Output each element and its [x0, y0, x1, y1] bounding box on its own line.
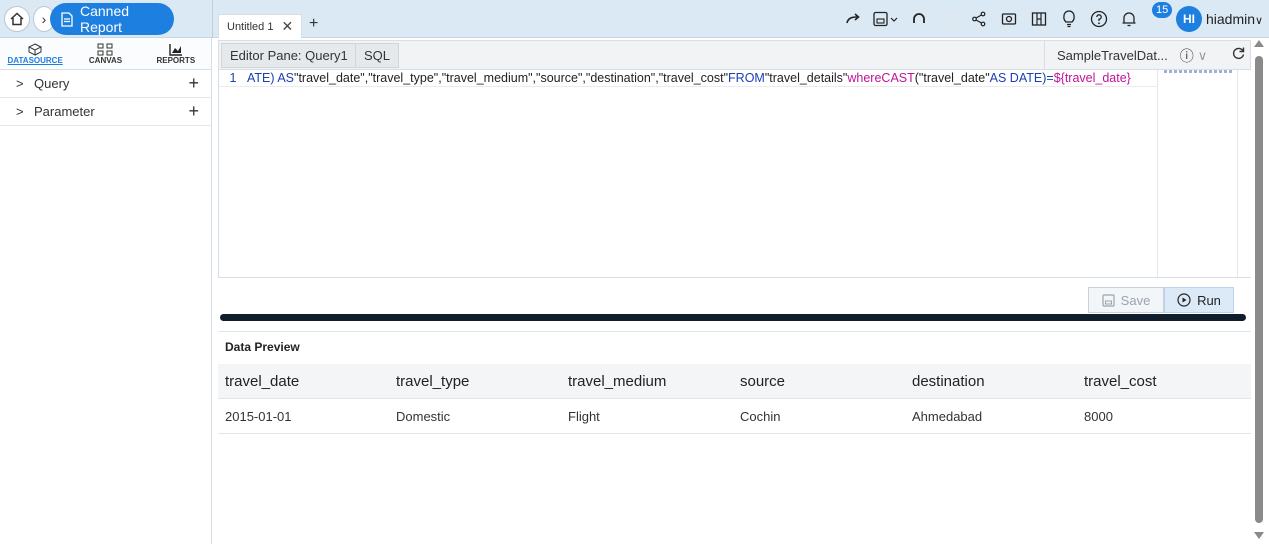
tab-label: Untitled 1 [227, 20, 274, 33]
page-scrollbar[interactable] [1251, 38, 1269, 544]
username-label: hiadmin [1206, 11, 1256, 27]
table-row[interactable]: 2015-01-01 Domestic Flight Cochin Ahmeda… [218, 399, 1251, 434]
minimap-line [1164, 70, 1234, 73]
code-parameter: ${travel_date} [1053, 71, 1131, 85]
section-query[interactable]: > Query + [0, 70, 211, 98]
breadcrumb-current[interactable]: Canned Report [50, 3, 174, 35]
table-cell: 2015-01-01 [225, 409, 292, 424]
table-cell: Ahmedabad [912, 409, 983, 424]
save-icon [1102, 293, 1115, 307]
editor-scrollbar[interactable] [1237, 70, 1251, 277]
divider [218, 331, 1251, 332]
tab-canvas[interactable]: CANVAS [70, 38, 140, 69]
scroll-down-arrow[interactable] [1254, 532, 1264, 539]
tab-reports[interactable]: REPORTS [141, 38, 211, 69]
chevron-right-icon: › [41, 11, 47, 27]
section-query-label: Query [34, 76, 70, 91]
redo-icon[interactable] [838, 5, 868, 33]
table-cell: Cochin [740, 409, 781, 424]
column-header[interactable]: source [740, 364, 785, 399]
editor-pane-label[interactable]: Editor Pane: Query1 [221, 43, 357, 68]
bulb-icon[interactable] [1054, 5, 1084, 33]
avatar[interactable]: HI [1176, 6, 1202, 32]
cube-icon [28, 42, 43, 56]
column-header[interactable]: travel_cost [1084, 364, 1157, 399]
run-button[interactable]: Run [1164, 287, 1234, 313]
left-panel-tabs: DATASOURCE CANVAS REPORTS [0, 38, 211, 70]
column-header[interactable]: destination [912, 364, 985, 399]
code-cast-arg: ("travel_date" [914, 71, 990, 85]
add-parameter-icon[interactable]: + [188, 101, 199, 122]
editor-header: Editor Pane: Query1 SQL SampleTravelDat.… [218, 40, 1251, 70]
undo-icon[interactable] [904, 5, 934, 33]
sql-button[interactable]: SQL [355, 43, 400, 68]
data-preview-title: Data Preview [225, 340, 300, 354]
datasource-select[interactable]: SampleTravelDat... ⓘ ∨ [1044, 41, 1207, 70]
scrollbar-thumb[interactable] [1255, 56, 1263, 523]
tab-untitled-1[interactable]: Untitled 1 ✕ [218, 14, 303, 38]
code-keyword-where: where [847, 71, 882, 85]
table-cell: 8000 [1084, 409, 1113, 424]
chevron-down-icon: ∨ [1197, 47, 1208, 63]
canvas-icon [97, 43, 113, 56]
save-button[interactable]: Save [1088, 287, 1164, 313]
preview-table-header: travel_date travel_type travel_medium so… [218, 364, 1251, 399]
chevron-down-icon: ∨ [1255, 15, 1264, 27]
code-identifiers: "travel_date","travel_type","travel_medi… [294, 71, 729, 85]
datasource-label: SampleTravelDat... [1057, 48, 1168, 63]
bell-icon[interactable] [1114, 5, 1144, 33]
code-function-cast: CAST [881, 71, 915, 85]
home-icon [9, 11, 25, 27]
pane-splitter[interactable] [220, 314, 1246, 321]
save-label: Save [1120, 292, 1151, 308]
add-icon: + [309, 15, 319, 32]
loading-icon [934, 5, 964, 33]
help-icon[interactable] [1084, 5, 1114, 33]
close-icon[interactable]: ✕ [281, 18, 293, 35]
scroll-up-arrow[interactable] [1254, 40, 1264, 47]
tab-datasource[interactable]: DATASOURCE [0, 38, 70, 69]
code-table: "travel_details" [764, 71, 848, 85]
info-icon[interactable]: ⓘ [1180, 46, 1194, 66]
home-button[interactable] [4, 6, 30, 32]
code-minimap[interactable] [1157, 70, 1237, 277]
camera-icon[interactable] [994, 5, 1024, 33]
breadcrumb-current-label: Canned Report [80, 3, 130, 35]
user-menu[interactable]: hiadmin∨ [1206, 11, 1263, 27]
share-icon[interactable] [964, 5, 994, 33]
layout-icon[interactable] [1024, 5, 1054, 33]
report-icon [60, 11, 74, 27]
code-keyword-as: AS DATE)= [989, 71, 1054, 85]
code-keyword-from: FROM [728, 71, 765, 85]
notification-badge: 15 [1152, 2, 1173, 18]
section-parameter[interactable]: > Parameter + [0, 98, 211, 126]
toolbar [838, 5, 1144, 33]
tab-reports-label: REPORTS [156, 55, 196, 65]
top-bar: › Canned Report Untitled 1 ✕ + 15 HI hia… [0, 0, 1269, 38]
chevron-right-icon: > [16, 76, 24, 91]
left-panel: DATASOURCE CANVAS REPORTS > Query + > Pa… [0, 38, 212, 544]
code-keyword: ATE) AS [247, 71, 295, 85]
refresh-icon[interactable] [1231, 46, 1245, 60]
add-tab-button[interactable]: + [309, 15, 318, 33]
column-header[interactable]: travel_type [396, 364, 469, 399]
run-label: Run [1197, 292, 1221, 308]
tab-datasource-label: DATASOURCE [7, 55, 63, 65]
save-as-icon[interactable] [868, 5, 904, 33]
tab-canvas-label: CANVAS [88, 55, 123, 65]
table-cell: Domestic [396, 409, 451, 424]
column-header[interactable]: travel_medium [568, 364, 666, 399]
add-query-icon[interactable]: + [188, 73, 199, 94]
section-parameter-label: Parameter [34, 104, 95, 119]
chart-icon [169, 43, 183, 56]
divider [212, 0, 213, 38]
line-number: 1 [229, 71, 237, 85]
column-header[interactable]: travel_date [225, 364, 299, 399]
sql-editor[interactable]: 1 ATE) AS "travel_date","travel_type","t… [218, 70, 1251, 278]
run-icon [1177, 293, 1191, 307]
code-line[interactable]: 1 ATE) AS "travel_date","travel_type","t… [219, 70, 1157, 87]
table-cell: Flight [568, 409, 600, 424]
chevron-right-icon: > [16, 104, 24, 119]
